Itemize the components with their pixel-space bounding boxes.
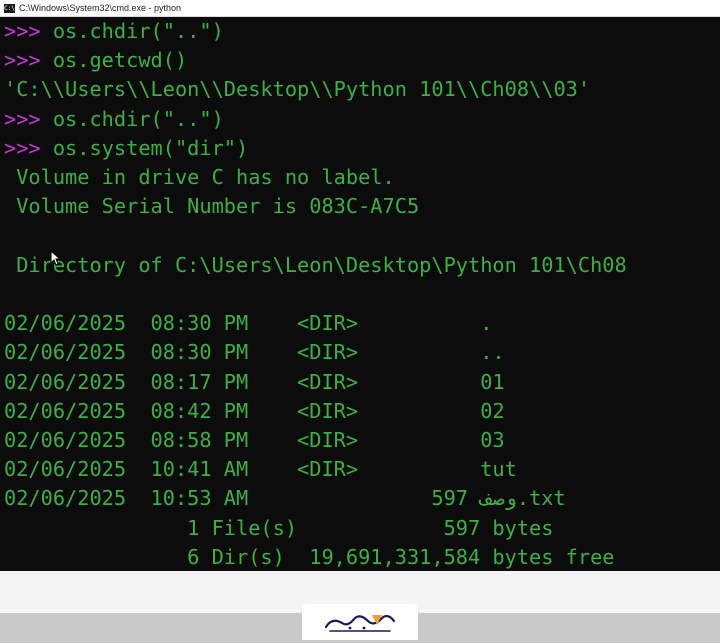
window-titlebar[interactable]: C:\ C:\Windows\System32\cmd.exe - python xyxy=(0,0,720,17)
console-text: 'C:\\Users\\Leon\\Desktop\\Python 101\\C… xyxy=(4,77,591,101)
dir-listing-row: 02/06/2025 08:42 PM <DIR> 02 xyxy=(4,397,505,426)
console-line: Directory of C:\Users\Leon\Desktop\Pytho… xyxy=(4,251,627,280)
dir-listing-row: 02/06/2025 08:30 PM <DIR> .. xyxy=(4,338,505,367)
dir-summary-dirs: 6 Dir(s) 19,691,331,584 bytes free xyxy=(4,543,615,571)
console-line: >>> os.getcwd() xyxy=(4,46,187,75)
console-line: Volume Serial Number is 083C-A7C5 xyxy=(4,192,419,221)
console-text: 02/06/2025 10:53 AM 597 وصف.txt xyxy=(4,486,566,510)
dir-listing-row: 02/06/2025 08:30 PM <DIR> . xyxy=(4,309,492,338)
console-line: >>> os.system("dir") xyxy=(4,134,248,163)
console-text: 02/06/2025 08:30 PM <DIR> .. xyxy=(4,340,505,364)
prompt-marker: >>> xyxy=(4,48,53,72)
console-text: 02/06/2025 08:30 PM <DIR> . xyxy=(4,311,493,335)
console-text: os.chdir("..") xyxy=(52,19,224,43)
mouse-pointer-icon xyxy=(50,250,60,266)
dir-listing-row: 02/06/2025 10:41 AM <DIR> tut xyxy=(4,455,517,484)
dir-listing-row: 02/06/2025 10:53 AM 597 وصف.txt xyxy=(4,484,566,513)
console-text: 1 File(s) 597 bytes xyxy=(4,516,554,540)
console-text: Directory of C:\Users\Leon\Desktop\Pytho… xyxy=(4,253,627,277)
console-text: Volume Serial Number is 083C-A7C5 xyxy=(4,194,420,218)
console-text: 02/06/2025 08:17 PM <DIR> 01 xyxy=(4,370,505,394)
console-line: 'C:\\Users\\Leon\\Desktop\\Python 101\\C… xyxy=(4,75,590,104)
prompt-marker: >>> xyxy=(4,136,53,160)
console-text: 6 Dir(s) 19,691,331,584 bytes free xyxy=(4,545,615,569)
dir-listing-row: 02/06/2025 08:58 PM <DIR> 03 xyxy=(4,426,505,455)
console-text: os.system("dir") xyxy=(52,136,249,160)
console-text: 02/06/2025 08:42 PM <DIR> 02 xyxy=(4,399,505,423)
dir-summary-files: 1 File(s) 597 bytes xyxy=(4,514,553,543)
console-line: Volume in drive C has no label. xyxy=(4,163,395,192)
prompt-marker: >>> xyxy=(4,107,53,131)
dir-listing-row: 02/06/2025 08:17 PM <DIR> 01 xyxy=(4,368,505,397)
console-text: 02/06/2025 10:41 AM <DIR> tut xyxy=(4,457,517,481)
console-text: os.chdir("..") xyxy=(52,107,224,131)
window-title: C:\Windows\System32\cmd.exe - python xyxy=(19,3,182,13)
console-line: >>> os.chdir("..") xyxy=(4,105,224,134)
cmd-icon: C:\ xyxy=(4,3,15,13)
console-text: 02/06/2025 08:58 PM <DIR> 03 xyxy=(4,428,505,452)
prompt-marker: >>> xyxy=(4,19,53,43)
console-output[interactable]: >>> os.chdir("..") >>> os.getcwd() 'C:\\… xyxy=(0,17,720,571)
console-text: Volume in drive C has no label. xyxy=(4,165,395,189)
console-line: >>> os.chdir("..") xyxy=(4,17,224,46)
brand-logo-icon xyxy=(302,604,418,640)
console-text: os.getcwd() xyxy=(52,48,188,72)
